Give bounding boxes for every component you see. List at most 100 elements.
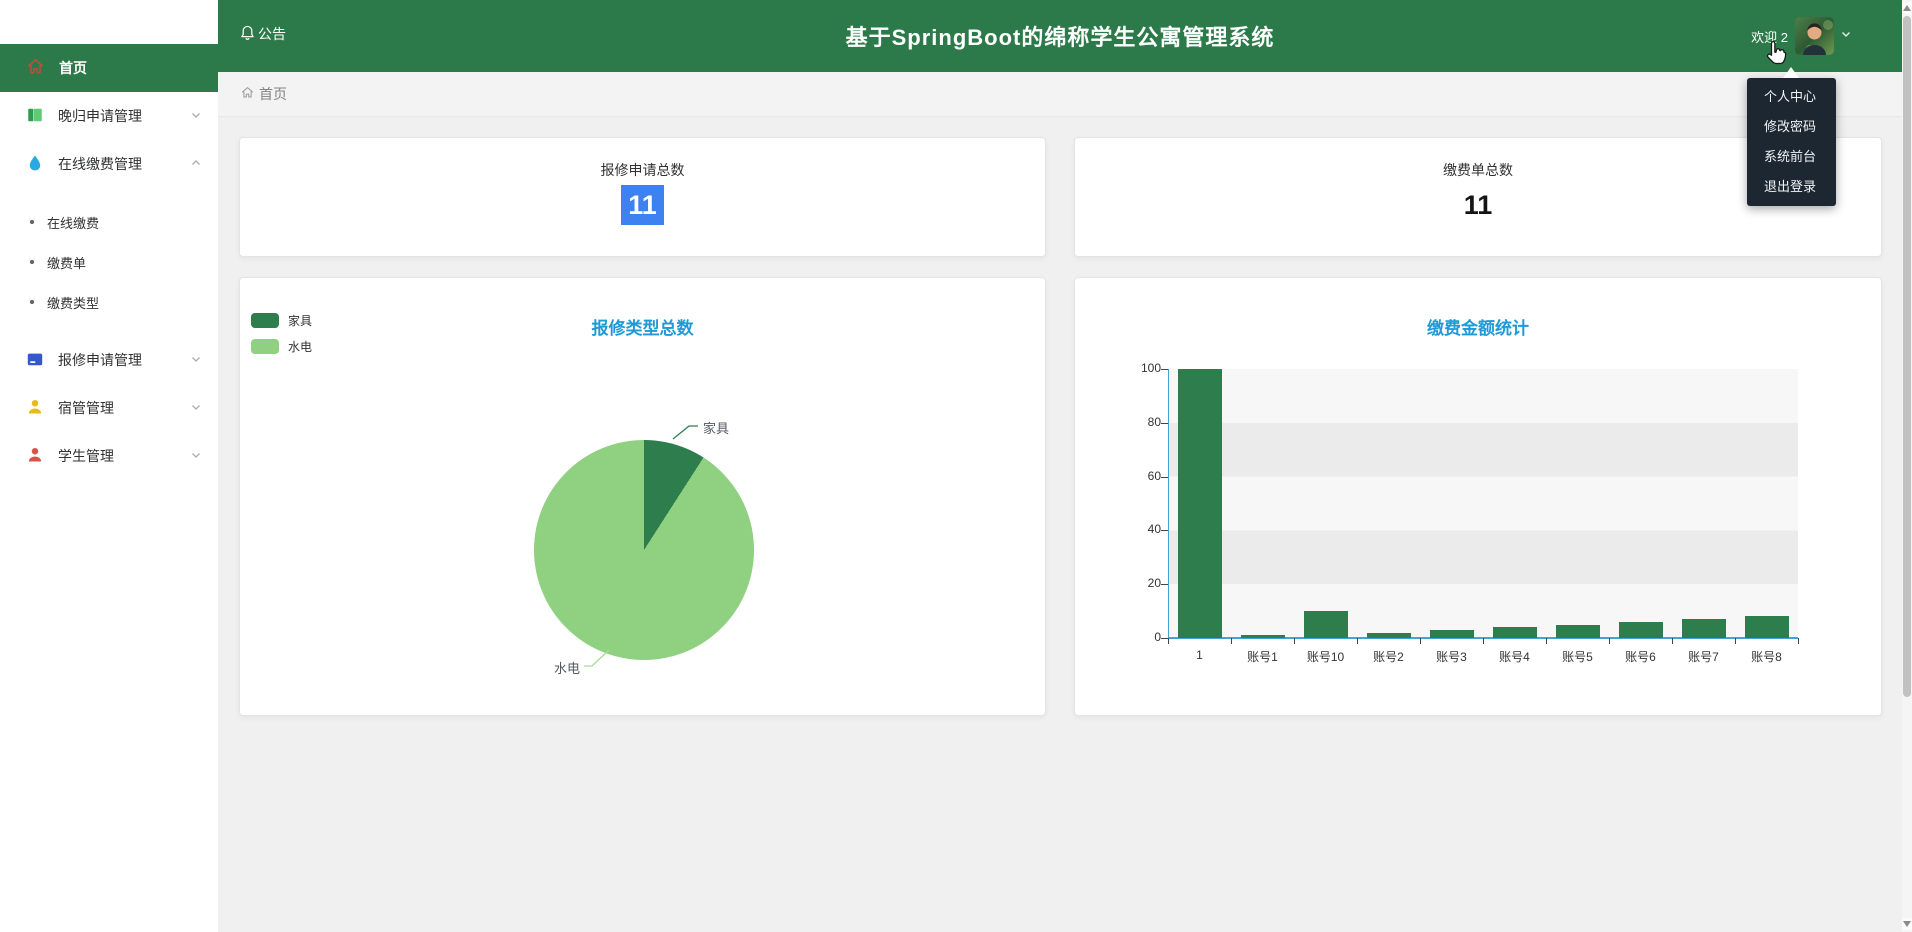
sidebar-subitem-payment-type[interactable]: 缴费类型: [0, 282, 218, 322]
scrollbar-thumb[interactable]: [1903, 16, 1911, 697]
menu-item-profile[interactable]: 个人中心: [1747, 82, 1836, 112]
x-axis-tick: [1798, 638, 1799, 644]
bar: [1430, 630, 1474, 638]
x-axis-label: 账号7: [1672, 648, 1735, 665]
pie-legend: 家具 水电: [251, 312, 312, 364]
y-axis-label: 20: [1121, 576, 1161, 590]
bar: [1493, 627, 1537, 638]
app-window: 首页 晚归申请管理 在线缴费管理: [0, 0, 1912, 932]
sidebar-item-dorm-manager[interactable]: 宿管管理: [0, 384, 218, 432]
scrollbar-down-arrow[interactable]: [1902, 918, 1912, 930]
home-icon: [26, 57, 45, 79]
sidebar-item-label: 在线缴费管理: [58, 154, 142, 174]
home-outline-icon: [240, 85, 255, 103]
bar-plot[interactable]: 1账号1账号10账号2账号3账号4账号5账号6账号7账号802040608010…: [1168, 369, 1798, 638]
stat-card-repair-total: 报修申请总数 11: [239, 137, 1046, 257]
sidebar-item-label: 首页: [59, 58, 87, 78]
x-axis-tick: [1546, 638, 1547, 644]
sidebar-item-online-payment[interactable]: 在线缴费管理: [0, 140, 218, 188]
x-axis-tick: [1294, 638, 1295, 644]
sidebar-subitem-label: 缴费单: [47, 253, 86, 272]
water-drop-icon: [26, 154, 44, 175]
y-axis-label: 40: [1121, 522, 1161, 536]
scrollbar-up-arrow[interactable]: [1902, 2, 1912, 14]
legend-label: 家具: [288, 312, 312, 329]
sidebar: 首页 晚归申请管理 在线缴费管理: [0, 0, 218, 932]
breadcrumb-bar: 首页: [218, 72, 1902, 117]
y-axis-label: 80: [1121, 415, 1161, 429]
sidebar-item-late-return[interactable]: 晚归申请管理: [0, 92, 218, 140]
user-avatar[interactable]: [1795, 17, 1834, 55]
x-axis-label: 1: [1168, 648, 1231, 662]
breadcrumb[interactable]: 首页: [240, 84, 287, 104]
chevron-down-icon: [190, 448, 202, 464]
sidebar-item-label: 报修申请管理: [58, 350, 142, 370]
x-axis-label: 账号2: [1357, 648, 1420, 665]
user-dropdown-menu: 个人中心 修改密码 系统前台 退出登录: [1747, 78, 1836, 206]
menu-item-logout[interactable]: 退出登录: [1747, 172, 1836, 202]
bullet-icon: [30, 260, 34, 264]
legend-item-utilities[interactable]: 水电: [251, 338, 312, 355]
sidebar-subitem-online-pay[interactable]: 在线缴费: [0, 202, 218, 242]
bar: [1241, 635, 1285, 638]
x-axis-label: 账号5: [1546, 648, 1609, 665]
pie-slice-label-utilities: 水电: [554, 658, 580, 677]
chevron-down-icon[interactable]: [1840, 27, 1852, 45]
pie-slice-label-furniture: 家具: [703, 418, 729, 437]
x-axis-tick: [1420, 638, 1421, 644]
sidebar-item-repair[interactable]: 报修申请管理: [0, 336, 218, 384]
y-axis-tick: [1161, 530, 1168, 531]
page-title: 基于SpringBoot的绵称学生公寓管理系统: [218, 20, 1902, 52]
y-axis-tick: [1161, 638, 1168, 639]
top-header: 公告 基于SpringBoot的绵称学生公寓管理系统 欢迎 2: [218, 0, 1902, 72]
chevron-down-icon: [190, 400, 202, 416]
x-axis-label: 账号6: [1609, 648, 1672, 665]
sidebar-item-label: 宿管管理: [58, 398, 114, 418]
stat-title: 报修申请总数: [240, 160, 1045, 180]
legend-label: 水电: [288, 338, 312, 355]
breadcrumb-label: 首页: [259, 84, 287, 104]
sidebar-item-student[interactable]: 学生管理: [0, 432, 218, 480]
welcome-text[interactable]: 欢迎 2: [1751, 27, 1788, 46]
x-axis-tick: [1357, 638, 1358, 644]
y-axis-label: 60: [1121, 469, 1161, 483]
menu-item-change-password[interactable]: 修改密码: [1747, 112, 1836, 142]
legend-swatch: [251, 339, 279, 354]
sidebar-subitem-payment-bill[interactable]: 缴费单: [0, 242, 218, 282]
pie-chart-card: 报修类型总数 家具 水电 家具 水电: [239, 277, 1046, 716]
bar: [1619, 622, 1663, 638]
bar: [1682, 619, 1726, 638]
user-menu-trigger[interactable]: 欢迎 2: [1751, 0, 1852, 72]
bar-chart-title: 缴费金额统计: [1075, 314, 1881, 339]
stat-value-highlighted: 11: [621, 185, 664, 225]
x-axis-tick: [1231, 638, 1232, 644]
sidebar-item-home[interactable]: 首页: [0, 44, 218, 92]
x-axis-tick: [1735, 638, 1736, 644]
bar-chart-card: 缴费金额统计 1账号1账号10账号2账号3账号4账号5账号6账号7账号80204…: [1074, 277, 1882, 716]
chevron-down-icon: [190, 108, 202, 124]
x-axis-tick: [1609, 638, 1610, 644]
submenu-online-payment: 在线缴费 缴费单 缴费类型: [0, 188, 218, 336]
pie-chart[interactable]: [534, 440, 754, 660]
bar: [1556, 625, 1600, 638]
y-axis-tick: [1161, 369, 1168, 370]
x-axis-tick: [1483, 638, 1484, 644]
legend-swatch: [251, 313, 279, 328]
x-axis-label: 账号8: [1735, 648, 1798, 665]
chevron-down-icon: [190, 352, 202, 368]
late-return-icon: [26, 106, 44, 127]
y-axis-line: [1168, 369, 1169, 638]
chevron-up-icon: [190, 156, 202, 172]
x-axis-tick: [1168, 638, 1169, 644]
scrollbar[interactable]: [1902, 0, 1912, 932]
sidebar-item-label: 学生管理: [58, 446, 114, 466]
bar: [1178, 369, 1222, 638]
menu-item-front-site[interactable]: 系统前台: [1747, 142, 1836, 172]
y-axis-tick: [1161, 584, 1168, 585]
legend-item-furniture[interactable]: 家具: [251, 312, 312, 329]
x-axis-tick: [1672, 638, 1673, 644]
bar: [1745, 616, 1789, 638]
x-axis-label: 账号10: [1294, 648, 1357, 665]
bar: [1304, 611, 1348, 638]
bar: [1367, 633, 1411, 638]
